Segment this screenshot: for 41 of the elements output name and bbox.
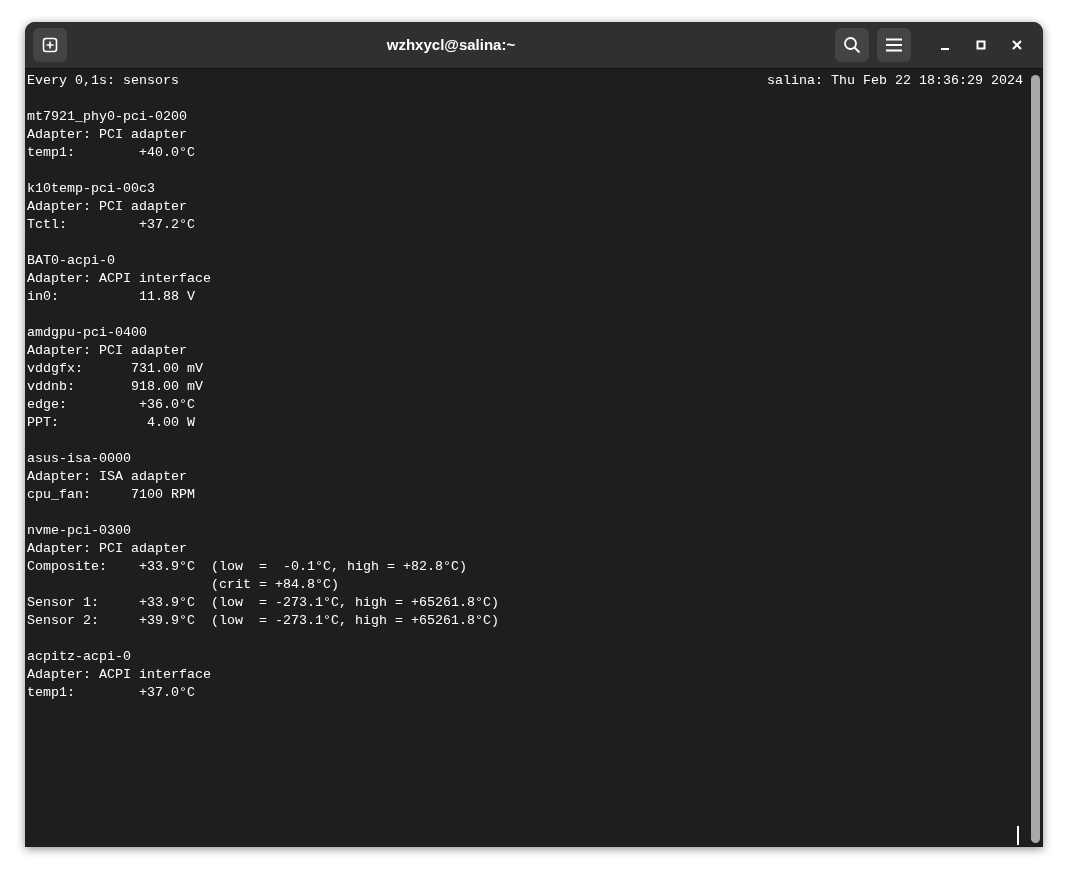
plus-square-icon bbox=[42, 37, 58, 53]
terminal-line: in0: 11.88 V bbox=[27, 288, 195, 306]
terminal-line: asus-isa-0000 bbox=[27, 450, 131, 468]
search-button[interactable] bbox=[835, 28, 869, 62]
terminal-line: vddgfx: 731.00 mV bbox=[27, 360, 203, 378]
command-header: Every 0,1s: sensors bbox=[27, 72, 179, 90]
search-icon bbox=[843, 36, 861, 54]
terminal-line: temp1: +40.0°C bbox=[27, 144, 195, 162]
minimize-icon bbox=[941, 48, 949, 50]
terminal-line: BAT0-acpi-0 bbox=[27, 252, 115, 270]
maximize-icon bbox=[976, 40, 986, 50]
terminal-line: Adapter: ACPI interface bbox=[27, 270, 211, 288]
terminal-line: PPT: 4.00 W bbox=[27, 414, 195, 432]
text-cursor bbox=[1017, 826, 1019, 845]
terminal-line: Adapter: PCI adapter bbox=[27, 540, 187, 558]
terminal-line: Adapter: ISA adapter bbox=[27, 468, 187, 486]
terminal-line: temp1: +37.0°C bbox=[27, 684, 195, 702]
terminal-line: (crit = +84.8°C) bbox=[209, 576, 339, 594]
terminal-line: vddnb: 918.00 mV bbox=[27, 378, 203, 396]
terminal-line: Adapter: PCI adapter bbox=[27, 198, 187, 216]
menu-button[interactable] bbox=[877, 28, 911, 62]
window-title: wzhxycl@salina:~ bbox=[386, 35, 516, 53]
terminal-line: Adapter: PCI adapter bbox=[27, 126, 187, 144]
menu-icon bbox=[886, 38, 902, 52]
terminal-line: amdgpu-pci-0400 bbox=[27, 324, 147, 342]
host-timestamp: salina: Thu Feb 22 18:36:29 2024 bbox=[767, 72, 1023, 90]
terminal-line: Sensor 2: +39.9°C (low = -273.1°C, high = +65261.8°C) bbox=[27, 612, 499, 630]
terminal-line: cpu_fan: 7100 RPM bbox=[27, 486, 195, 504]
terminal-line: acpitz-acpi-0 bbox=[27, 648, 131, 666]
terminal-line: edge: +36.0°C bbox=[27, 396, 195, 414]
terminal-line: nvme-pci-0300 bbox=[27, 522, 131, 540]
terminal-line: k10temp-pci-00c3 bbox=[27, 180, 155, 198]
close-icon bbox=[1012, 40, 1022, 50]
terminal-line: Adapter: PCI adapter bbox=[27, 342, 187, 360]
terminal-line: Adapter: ACPI interface bbox=[27, 666, 211, 684]
terminal-line: mt7921_phy0-pci-0200 bbox=[27, 108, 187, 126]
terminal-line: Composite: +33.9°C (low = -0.1°C, high = +82.8°C) bbox=[27, 558, 467, 576]
new-tab-button[interactable] bbox=[33, 28, 67, 62]
terminal-line: Sensor 1: +33.9°C (low = -273.1°C, high = +65261.8°C) bbox=[27, 594, 499, 612]
terminal-line: Tctl: +37.2°C bbox=[27, 216, 195, 234]
scrollbar[interactable] bbox=[1031, 75, 1040, 843]
